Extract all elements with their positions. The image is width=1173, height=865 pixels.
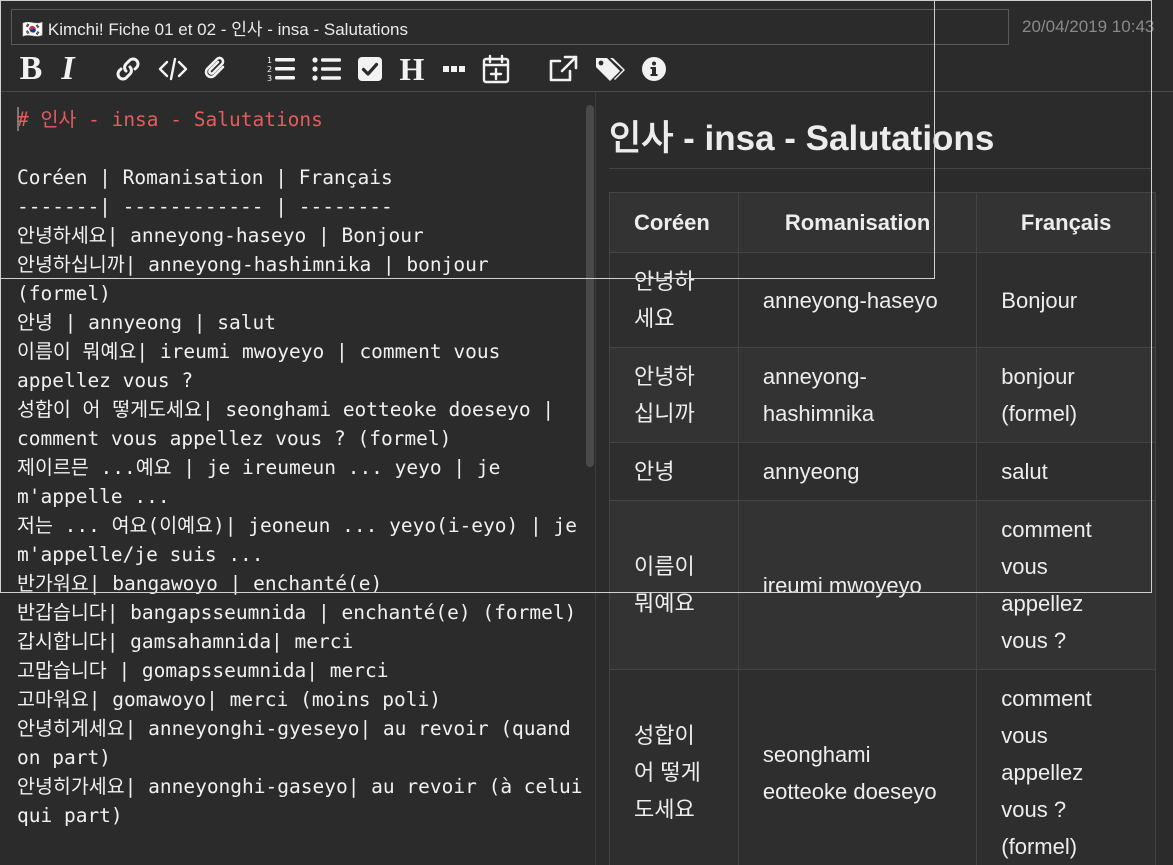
ellipsis-icon bbox=[443, 66, 465, 72]
table-cell: salut bbox=[976, 442, 1156, 501]
code-icon bbox=[158, 57, 188, 81]
code-button[interactable] bbox=[157, 52, 189, 86]
table-row: 안녕 annyeong salut bbox=[609, 442, 1156, 501]
italic-button[interactable]: I bbox=[57, 50, 79, 87]
link-icon bbox=[116, 57, 140, 81]
checkbox-button[interactable] bbox=[357, 52, 383, 86]
table-row: 이름이 뭐예요 ireumi mwoyeyo comment vous appe… bbox=[609, 500, 1156, 670]
editor-toolbar: B I 1 2 3 H bbox=[0, 48, 1173, 92]
table-cell: ireumi mwoyeyo bbox=[737, 500, 978, 670]
numbered-list-icon: 1 2 3 bbox=[267, 56, 295, 83]
editor-body-text: Coréen | Romanisation | Français -------… bbox=[17, 166, 583, 827]
table-cell: seonghami eotteoke doeseyo bbox=[737, 669, 978, 865]
calendar-plus-icon bbox=[482, 54, 510, 84]
external-link-icon bbox=[549, 55, 578, 82]
tags-icon bbox=[596, 58, 625, 81]
table-cell: anneyong-hashimnika bbox=[737, 347, 978, 443]
table-cell: bonjour (formel) bbox=[976, 347, 1156, 443]
table-cell: anneyong-haseyo bbox=[737, 252, 978, 348]
bullet-list-button[interactable] bbox=[311, 52, 343, 86]
note-title-field[interactable] bbox=[11, 9, 1009, 45]
svg-text:2: 2 bbox=[267, 65, 272, 74]
paperclip-icon bbox=[204, 56, 225, 79]
table-cell: 성합이 어 떻게도세요 bbox=[609, 669, 739, 865]
checkbox-icon bbox=[358, 57, 382, 81]
table-row: 안녕하십니까 anneyong-hashimnika bonjour (form… bbox=[609, 347, 1156, 443]
table-cell: 이름이 뭐예요 bbox=[609, 500, 739, 670]
table-cell: comment vous appellez vous ? (formel) bbox=[976, 669, 1156, 865]
open-external-button[interactable] bbox=[547, 52, 579, 86]
table-row: 안녕하세요 anneyong-haseyo Bonjour bbox=[609, 252, 1156, 348]
editor-heading-line: # 인사 - insa - Salutations bbox=[17, 108, 323, 131]
column-header-francais: Français bbox=[976, 192, 1156, 253]
table-cell: annyeong bbox=[737, 442, 978, 501]
heading-rule bbox=[609, 168, 1151, 169]
note-title-input[interactable] bbox=[12, 10, 1008, 44]
bullet-list-icon bbox=[312, 57, 341, 81]
table-cell: 안녕 bbox=[609, 442, 739, 501]
heading-button[interactable]: H bbox=[397, 51, 427, 87]
link-button[interactable] bbox=[113, 52, 143, 86]
markdown-preview: 인사 - insa - Salutations Coréen Romanisat… bbox=[596, 92, 1173, 865]
svg-text:1: 1 bbox=[267, 56, 272, 65]
info-icon bbox=[642, 57, 666, 81]
horizontal-rule-button[interactable] bbox=[442, 52, 466, 86]
preview-heading: 인사 - insa - Salutations bbox=[609, 119, 995, 158]
column-header-romanisation: Romanisation bbox=[737, 192, 978, 253]
editor-scrollbar[interactable] bbox=[586, 105, 594, 467]
markdown-editor[interactable]: # 인사 - insa - Salutations Coréen | Roman… bbox=[0, 92, 595, 865]
info-button[interactable] bbox=[641, 52, 667, 86]
tags-button[interactable] bbox=[593, 52, 627, 86]
editor-text[interactable]: # 인사 - insa - Salutations Coréen | Roman… bbox=[17, 105, 585, 830]
bold-button[interactable]: B bbox=[18, 50, 44, 87]
numbered-list-button[interactable]: 1 2 3 bbox=[265, 52, 297, 86]
svg-text:3: 3 bbox=[267, 74, 272, 83]
note-timestamp: 20/04/2019 10:43 bbox=[1022, 17, 1155, 36]
table-header-row: Coréen Romanisation Français bbox=[609, 192, 1156, 253]
table-row: 성합이 어 떻게도세요 seonghami eotteoke doeseyo c… bbox=[609, 669, 1156, 865]
preview-table: Coréen Romanisation Français 안녕하세요 anney… bbox=[609, 192, 1156, 865]
table-cell: 안녕하십니까 bbox=[609, 347, 739, 443]
insert-date-button[interactable] bbox=[481, 52, 511, 86]
table-cell: 안녕하세요 bbox=[609, 252, 739, 348]
column-header-coreen: Coréen bbox=[609, 192, 739, 253]
attach-button[interactable] bbox=[202, 52, 230, 86]
table-cell: comment vous appellez vous ? bbox=[976, 500, 1156, 670]
table-cell: Bonjour bbox=[976, 252, 1156, 348]
